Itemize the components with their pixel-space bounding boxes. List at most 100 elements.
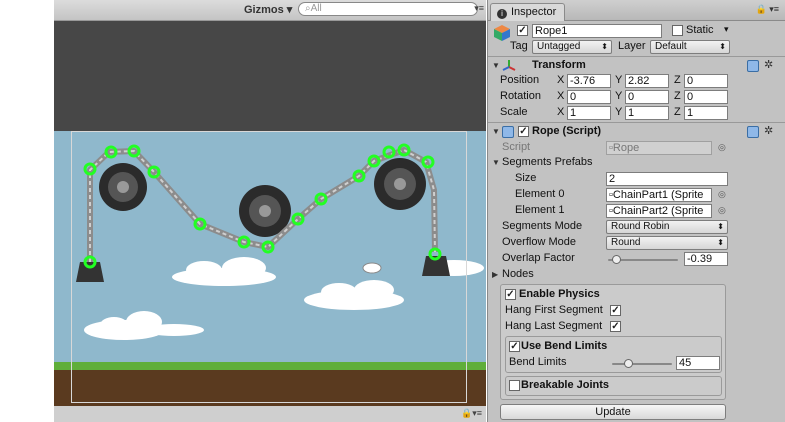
- tag-layer-row: Tag Untagged ⬍ Layer Default ⬍: [488, 39, 785, 55]
- object-picker-icon[interactable]: ◎: [718, 189, 726, 200]
- tab-inspector[interactable]: i Inspector: [490, 3, 566, 21]
- inspector-tabbar: i Inspector 🔒 ▾≡: [488, 0, 785, 21]
- x-axis-label: X: [557, 90, 565, 102]
- foldout-arrow-icon[interactable]: ▼: [492, 127, 500, 136]
- overflow-mode-dropdown[interactable]: Round ⬍: [606, 236, 728, 250]
- foldout-arrow-icon[interactable]: ▼: [492, 61, 500, 70]
- script-label: Script: [502, 141, 531, 153]
- hang-last-checkbox[interactable]: ✓: [610, 321, 621, 332]
- tag-dropdown[interactable]: Untagged ⬍: [532, 40, 612, 54]
- transform-header[interactable]: ▼ Transform ✲: [488, 58, 785, 74]
- update-button[interactable]: Update: [500, 404, 726, 420]
- y-axis-label: Y: [615, 74, 623, 86]
- object-name-input[interactable]: Rope1: [532, 24, 662, 38]
- element0-label: Element 0: [515, 188, 565, 200]
- panel-lock-icon[interactable]: 🔒 ▾≡: [756, 4, 779, 15]
- rope-script-header[interactable]: ▼ ✓ Rope (Script) ✲: [488, 124, 785, 140]
- settings-gear-icon[interactable]: ✲: [764, 124, 773, 137]
- scene-view[interactable]: Gizmos ▾ ⌕All ▾≡ 🔒▾≡: [54, 0, 486, 422]
- object-picker-icon: ◎: [718, 142, 726, 152]
- rotation-row: Rotation X 0 Y 0 Z 0: [488, 89, 785, 105]
- overlap-factor-slider-knob[interactable]: [612, 255, 621, 264]
- rotation-x-field[interactable]: 0: [567, 90, 611, 104]
- use-bend-limits-row: ✓ Use Bend Limits: [488, 339, 785, 355]
- active-checkbox[interactable]: ✓: [517, 25, 528, 36]
- layer-dropdown[interactable]: Default ⬍: [650, 40, 730, 54]
- help-book-icon[interactable]: [747, 126, 759, 138]
- position-y-field[interactable]: 2.82: [625, 74, 669, 88]
- hang-first-checkbox[interactable]: ✓: [610, 305, 621, 316]
- bend-limits-slider-knob[interactable]: [624, 359, 633, 368]
- scale-label: Scale: [500, 106, 528, 118]
- x-axis-label: X: [557, 74, 565, 86]
- bend-limits-row: Bend Limits 45: [488, 355, 785, 371]
- size-label: Size: [515, 172, 537, 184]
- divider: [488, 56, 785, 57]
- z-axis-label: Z: [674, 106, 681, 118]
- enable-physics-row: ✓ Enable Physics: [488, 287, 785, 303]
- position-z-field[interactable]: 0: [684, 74, 728, 88]
- segments-mode-dropdown[interactable]: Round Robin ⬍: [606, 220, 728, 234]
- foldout-arrow-icon[interactable]: ▶: [492, 270, 498, 279]
- foldout-arrow-icon[interactable]: ▼: [492, 158, 500, 167]
- script-icon: [502, 126, 514, 138]
- hang-first-row: Hang First Segment ✓: [488, 303, 785, 319]
- script-field: ▫Rope: [606, 141, 712, 155]
- hang-first-label: Hang First Segment: [505, 304, 603, 316]
- overflow-mode-row: Overflow Mode Round ⬍: [488, 235, 785, 251]
- z-axis-label: Z: [674, 90, 681, 102]
- divider: [488, 122, 785, 123]
- element0-field[interactable]: ▫ChainPart1 (Sprite: [606, 188, 712, 202]
- tag-label: Tag: [510, 40, 528, 52]
- overlap-factor-row: Overlap Factor -0.39: [488, 251, 785, 267]
- inspector-panel: i Inspector 🔒 ▾≡ ✓ Rope1 Static ▾ Tag Unt…: [487, 0, 785, 422]
- segments-mode-row: Segments Mode Round Robin ⬍: [488, 219, 785, 235]
- camera-frame: [71, 131, 467, 403]
- size-field[interactable]: 2: [606, 172, 728, 186]
- layer-label: Layer: [618, 40, 646, 52]
- rotation-z-field[interactable]: 0: [684, 90, 728, 104]
- enable-physics-label: Enable Physics: [519, 288, 600, 300]
- element1-field[interactable]: ▫ChainPart2 (Sprite: [606, 204, 712, 218]
- rotation-y-field[interactable]: 0: [625, 90, 669, 104]
- position-row: Position X -3.76 Y 2.82 Z 0: [488, 73, 785, 89]
- segments-prefabs-row[interactable]: ▼ Segments Prefabs: [488, 155, 785, 171]
- breakable-joints-checkbox[interactable]: [509, 380, 520, 391]
- scale-x-field[interactable]: 1: [567, 106, 611, 120]
- scale-z-field[interactable]: 1: [684, 106, 728, 120]
- segments-prefabs-label: Segments Prefabs: [502, 156, 593, 168]
- rope-script-title: Rope (Script): [532, 125, 602, 137]
- info-icon: i: [497, 9, 507, 19]
- script-row: Script ▫Rope ◎: [488, 140, 785, 156]
- enable-physics-checkbox[interactable]: ✓: [505, 289, 516, 300]
- hang-last-row: Hang Last Segment ✓: [488, 319, 785, 335]
- help-book-icon[interactable]: [747, 60, 759, 72]
- position-label: Position: [500, 74, 540, 86]
- element1-row: Element 1 ▫ChainPart2 (Sprite ◎: [488, 203, 785, 219]
- element1-label: Element 1: [515, 204, 565, 216]
- use-bend-limits-label: Use Bend Limits: [521, 340, 608, 352]
- object-picker-icon[interactable]: ◎: [718, 205, 726, 216]
- rope-enabled-checkbox[interactable]: ✓: [518, 126, 529, 137]
- overflow-mode-label: Overflow Mode: [502, 236, 576, 248]
- bend-limits-field[interactable]: 45: [676, 356, 720, 370]
- nodes-row[interactable]: ▶ Nodes: [488, 267, 785, 283]
- transform-axes-icon: [502, 60, 516, 71]
- object-header: ✓ Rope1 Static ▾: [488, 22, 785, 41]
- x-axis-label: X: [557, 106, 565, 118]
- bend-limits-slider[interactable]: [612, 363, 672, 365]
- overlap-factor-field[interactable]: -0.39: [684, 252, 728, 266]
- nodes-label: Nodes: [502, 268, 534, 280]
- position-x-field[interactable]: -3.76: [567, 74, 611, 88]
- lock-icon[interactable]: 🔒▾≡: [461, 408, 482, 419]
- z-axis-label: Z: [674, 74, 681, 86]
- static-dropdown-icon[interactable]: ▾: [724, 24, 729, 35]
- rotation-label: Rotation: [500, 90, 541, 102]
- scene-bottom-bar: 🔒▾≡: [54, 406, 486, 422]
- segments-mode-label: Segments Mode: [502, 220, 583, 232]
- use-bend-limits-checkbox[interactable]: ✓: [509, 341, 520, 352]
- settings-gear-icon[interactable]: ✲: [764, 58, 773, 71]
- scale-row: Scale X 1 Y 1 Z 1: [488, 105, 785, 121]
- static-checkbox[interactable]: [672, 25, 683, 36]
- scale-y-field[interactable]: 1: [625, 106, 669, 120]
